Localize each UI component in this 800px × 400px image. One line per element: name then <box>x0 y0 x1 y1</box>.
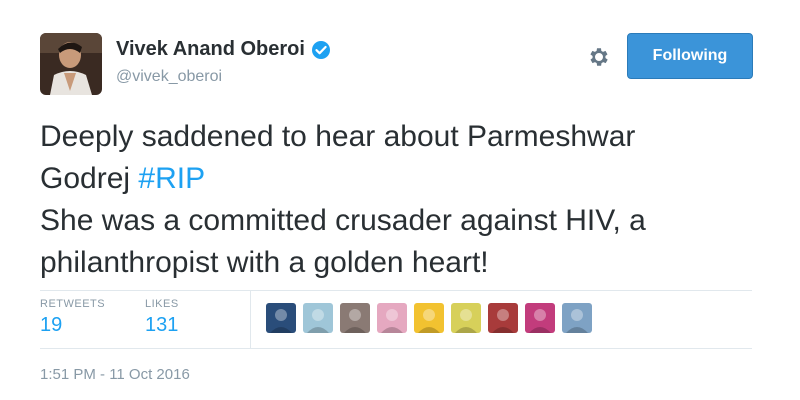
stats-divider-top <box>40 290 752 291</box>
liker-avatar-5[interactable] <box>414 303 444 333</box>
tweet-line-1: Deeply saddened to hear about Parmeshwar <box>40 120 636 153</box>
liker-avatars <box>266 303 599 333</box>
likes-stat[interactable]: LIKES 131 <box>145 298 179 337</box>
hashtag-link[interactable]: #RIP <box>138 162 205 195</box>
liker-avatar-8[interactable] <box>525 303 555 333</box>
retweets-label: RETWEETS <box>40 298 106 310</box>
liker-avatar-7[interactable] <box>488 303 518 333</box>
user-handle[interactable]: @vivek_oberoi <box>116 68 222 86</box>
tweet-line-4: philanthropist with a golden heart! <box>40 246 489 279</box>
tweet-line-2: Godrej <box>40 162 139 195</box>
liker-avatar-3[interactable] <box>340 303 370 333</box>
stats-separator <box>250 290 251 348</box>
retweets-stat[interactable]: RETWEETS 19 <box>40 298 105 337</box>
following-button[interactable]: Following <box>627 33 753 79</box>
display-name[interactable]: Vivek Anand Oberoi <box>116 38 305 61</box>
gear-icon[interactable] <box>587 45 611 69</box>
verified-badge-icon <box>311 40 331 60</box>
stats-divider-bottom <box>40 348 752 349</box>
tweet-timestamp[interactable]: 1:51 PM - 11 Oct 2016 <box>40 366 190 383</box>
liker-avatar-2[interactable] <box>303 303 333 333</box>
tweet-text: Deeply saddened to hear about Parmeshwar… <box>40 116 760 284</box>
liker-avatar-6[interactable] <box>451 303 481 333</box>
likes-label: LIKES <box>145 298 179 310</box>
liker-avatar-1[interactable] <box>266 303 296 333</box>
tweet-card: Vivek Anand Oberoi @vivek_oberoi Followi… <box>0 0 800 400</box>
liker-avatar-9[interactable] <box>562 303 592 333</box>
tweet-line-3: She was a committed crusader against HIV… <box>40 204 646 237</box>
likes-count[interactable]: 131 <box>145 314 179 337</box>
liker-avatar-4[interactable] <box>377 303 407 333</box>
retweets-count[interactable]: 19 <box>40 314 105 337</box>
avatar[interactable] <box>40 33 102 95</box>
name-row: Vivek Anand Oberoi <box>116 38 331 61</box>
